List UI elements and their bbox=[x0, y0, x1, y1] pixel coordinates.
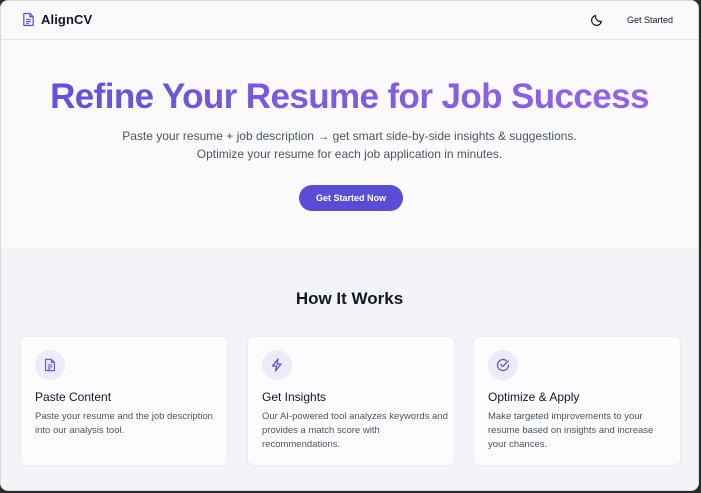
check-circle-icon bbox=[496, 358, 510, 372]
how-it-works-section: How It Works Paste Content Paste your re… bbox=[1, 248, 698, 490]
lightning-icon bbox=[271, 358, 282, 372]
document-icon bbox=[45, 358, 55, 372]
card-title: Get Insights bbox=[262, 390, 327, 404]
brand-name: AlignCV bbox=[41, 12, 93, 27]
hero-section: Refine Your Resume for Job Success Paste… bbox=[1, 41, 698, 248]
moon-icon[interactable] bbox=[590, 13, 604, 27]
get-started-now-button[interactable]: Get Started Now bbox=[299, 185, 403, 211]
brand-logo[interactable]: AlignCV bbox=[22, 12, 92, 27]
feature-card-optimize-apply: Optimize & Apply Make targeted improveme… bbox=[473, 336, 681, 466]
feature-card-get-insights: Get Insights Our AI-powered tool analyze… bbox=[247, 336, 455, 466]
browser-window: AlignCV Get Started Refine Your Resume f… bbox=[0, 0, 699, 491]
hero-subtitle-line2: Optimize your resume for each job applic… bbox=[196, 147, 503, 161]
card-title: Paste Content bbox=[35, 390, 112, 404]
card-description: Make targeted improvements to your resum… bbox=[488, 411, 654, 450]
card-description: Our AI-powered tool analyzes keywords an… bbox=[262, 411, 448, 450]
card-icon-badge bbox=[488, 350, 518, 380]
feature-card-paste-content: Paste Content Paste your resume and the … bbox=[20, 336, 228, 466]
card-title: Optimize & Apply bbox=[488, 390, 580, 404]
card-icon-badge bbox=[35, 350, 65, 380]
card-icon-badge bbox=[262, 350, 292, 380]
get-started-nav-button[interactable]: Get Started bbox=[617, 10, 683, 30]
section-title: How It Works bbox=[295, 289, 404, 308]
card-description: Paste your resume and the job descriptio… bbox=[35, 411, 213, 436]
hero-title: Refine Your Resume for Job Success bbox=[1, 77, 698, 117]
top-navbar: AlignCV Get Started bbox=[1, 1, 698, 40]
document-icon bbox=[23, 12, 34, 27]
hero-subtitle-line1: Paste your resume + job description → ge… bbox=[122, 129, 577, 143]
